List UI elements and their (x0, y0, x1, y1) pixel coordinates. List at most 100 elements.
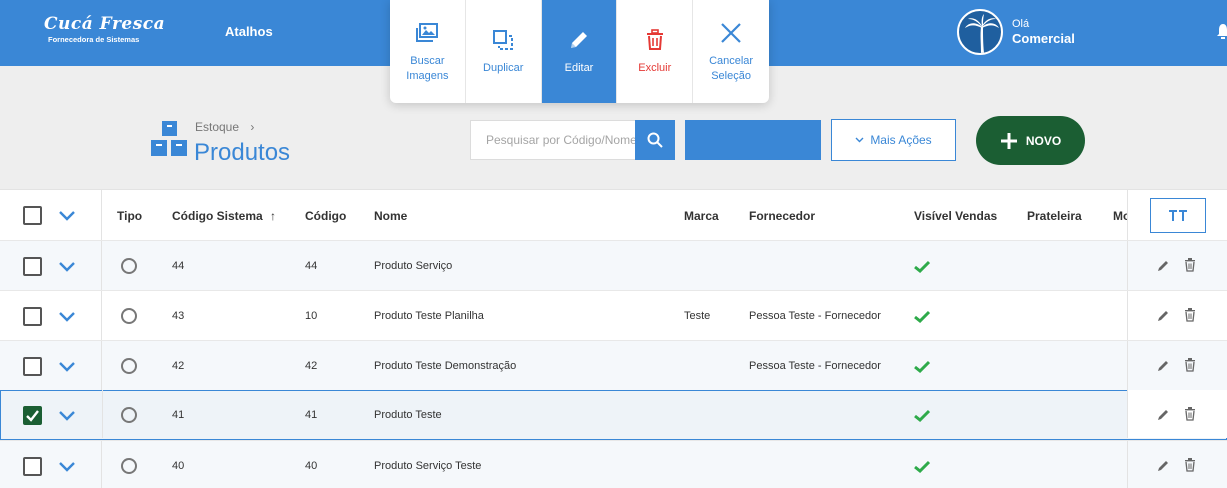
cell-nome: Produto Serviço Teste (374, 460, 482, 472)
logo-main-text: Cucá Fresca (44, 14, 166, 34)
chevron-down-icon[interactable] (58, 261, 76, 273)
products-table: Tipo Código Sistema ↑ Código Nome Marca … (0, 189, 1227, 488)
row-select-col (0, 291, 102, 340)
row-actions (1127, 441, 1227, 488)
row-select-col (1, 390, 103, 438)
cell-nome: Produto Teste Demonstração (374, 360, 517, 372)
cancelar-selecao-button[interactable]: Cancelar Seleção (693, 0, 769, 103)
image-icon (414, 20, 440, 46)
edit-pencil-icon[interactable] (1157, 408, 1170, 421)
col-fornecedor[interactable]: Fornecedor (749, 209, 815, 223)
chevron-down-icon[interactable] (58, 361, 76, 373)
excluir-button[interactable]: Excluir (617, 0, 694, 103)
duplicate-icon (490, 27, 516, 53)
selection-action-bar: Buscar Imagens Duplicar Editar Excluir C… (390, 0, 769, 103)
table-row[interactable]: 42 42 Produto Teste Demonstração Pessoa … (0, 340, 1227, 390)
cell-codigo: 10 (305, 310, 318, 322)
table-row[interactable]: 43 10 Produto Teste Planilha Teste Pesso… (0, 290, 1227, 340)
cell-nome: Produto Teste (374, 409, 442, 421)
cell-marca: Teste (684, 310, 711, 322)
trash-icon[interactable] (1184, 258, 1196, 272)
row-checkbox[interactable] (23, 257, 42, 276)
cell-nome: Produto Teste Planilha (374, 310, 484, 322)
user-avatar[interactable] (957, 9, 1003, 55)
table-row[interactable]: 44 44 Produto Serviço (0, 240, 1227, 290)
tipo-radio (121, 258, 137, 274)
col-codigo-sistema[interactable]: Código Sistema ↑ (172, 209, 276, 223)
search-input[interactable] (470, 120, 635, 160)
edit-pencil-icon[interactable] (1157, 259, 1170, 272)
check-icon (914, 310, 930, 323)
col-visivel-vendas[interactable]: Visível Vendas (914, 209, 997, 223)
trash-icon[interactable] (1184, 308, 1196, 322)
check-icon (914, 409, 930, 422)
user-greeting[interactable]: Olá Comercial (1012, 18, 1075, 46)
brand-logo[interactable]: Cucá Fresca Fornecedora de Sistemas (44, 14, 166, 54)
cell-codigo-sistema: 44 (172, 260, 185, 272)
col-nome[interactable]: Nome (374, 209, 407, 223)
breadcrumb-estoque-link[interactable]: Estoque (195, 120, 239, 134)
trash-icon[interactable] (1184, 358, 1196, 372)
search-icon (647, 132, 663, 148)
search-group (470, 120, 675, 160)
tipo-radio (121, 358, 137, 374)
breadcrumb: Estoque › (195, 120, 254, 134)
search-button[interactable] (635, 120, 675, 160)
row-checkbox[interactable] (23, 357, 42, 376)
chevron-down-icon[interactable] (58, 410, 76, 422)
edit-pencil-icon[interactable] (1157, 309, 1170, 322)
new-button[interactable]: NOVO (976, 116, 1085, 165)
new-label: NOVO (1025, 133, 1062, 148)
trash-icon[interactable] (1184, 458, 1196, 472)
checkmark-icon (26, 410, 39, 422)
editar-button[interactable]: Editar (541, 0, 618, 103)
select-all-checkbox[interactable] (23, 206, 42, 225)
edit-pencil-icon[interactable] (1157, 359, 1170, 372)
row-actions (1127, 341, 1227, 390)
table-header: Tipo Código Sistema ↑ Código Nome Marca … (0, 189, 1227, 240)
cell-nome: Produto Serviço (374, 260, 453, 272)
table-row-selected[interactable]: 41 41 Produto Teste (0, 390, 1227, 440)
column-selector-button[interactable] (1150, 198, 1206, 233)
check-icon (914, 460, 930, 473)
row-checkbox-checked[interactable] (23, 406, 42, 425)
table-row[interactable]: 40 40 Produto Serviço Teste (0, 440, 1227, 488)
tipo-radio (121, 308, 137, 324)
tipo-radio (121, 407, 137, 423)
cell-codigo-sistema: 42 (172, 360, 185, 372)
row-checkbox[interactable] (23, 307, 42, 326)
row-actions (1127, 390, 1227, 438)
row-select-col (0, 341, 102, 390)
editar-label: Editar (564, 62, 594, 74)
more-actions-button[interactable]: Mais Ações (831, 119, 956, 161)
duplicar-button[interactable]: Duplicar (466, 0, 542, 103)
logo-sub-text: Fornecedora de Sistemas (48, 35, 140, 44)
cell-codigo: 41 (305, 409, 318, 421)
col-prateleira[interactable]: Prateleira (1027, 209, 1082, 223)
cell-codigo: 40 (305, 460, 318, 472)
more-actions-label: Mais Ações (870, 133, 932, 147)
notification-bell-icon[interactable] (1217, 22, 1227, 40)
edit-pencil-icon[interactable] (1157, 459, 1170, 472)
chevron-down-icon[interactable] (58, 210, 76, 222)
check-icon (914, 360, 930, 373)
cell-codigo-sistema: 40 (172, 460, 185, 472)
row-select-col (0, 241, 102, 290)
chevron-down-icon[interactable] (58, 311, 76, 323)
col-marca[interactable]: Marca (684, 209, 719, 223)
header-actions-col (1127, 190, 1227, 240)
chevron-down-icon[interactable] (58, 461, 76, 473)
col-codigo-sistema-label: Código Sistema (172, 209, 263, 223)
header-select-col (0, 190, 102, 240)
buscar-imagens-button[interactable]: Buscar Imagens (390, 0, 466, 103)
excluir-label: Excluir (638, 62, 672, 74)
row-checkbox[interactable] (23, 457, 42, 476)
trash-icon[interactable] (1184, 407, 1196, 421)
buscar-imagens-label: Buscar Imagens (406, 54, 449, 82)
col-codigo[interactable]: Código (305, 209, 346, 223)
filter-button[interactable] (685, 120, 821, 160)
col-tipo[interactable]: Tipo (117, 209, 142, 223)
nav-atalhos-link[interactable]: Atalhos (225, 24, 273, 39)
tipo-radio (121, 458, 137, 474)
cell-codigo: 44 (305, 260, 318, 272)
